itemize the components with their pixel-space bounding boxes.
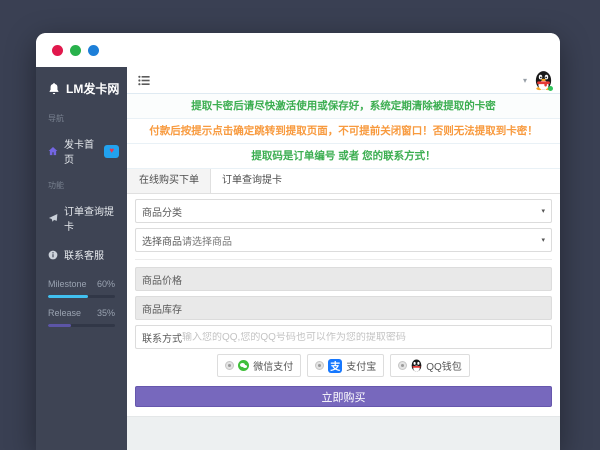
field-label: 商品分类 xyxy=(136,204,182,219)
wechat-icon xyxy=(238,360,249,371)
field-label: 选择商品 xyxy=(136,233,182,248)
progress-value: 60% xyxy=(97,279,115,289)
browser-window: LM发卡网 导航 发卡首页 ♥ 功能 订单查询提卡 xyxy=(36,33,560,450)
progress-milestone: Milestone 60% xyxy=(36,269,127,298)
qq-penguin-icon[interactable] xyxy=(535,70,552,91)
chevron-down-icon: ▾ xyxy=(541,207,551,215)
tab-bar: 在线购买下单 订单查询提卡 xyxy=(127,169,560,194)
progress-label: Release xyxy=(48,308,81,318)
form-divider xyxy=(135,259,552,260)
radio-icon xyxy=(398,361,407,370)
sidebar-item-label: 订单查询提卡 xyxy=(64,203,119,233)
app-title: LM发卡网 xyxy=(66,80,119,97)
product-category-select[interactable]: 商品分类 ▾ xyxy=(135,199,552,223)
field-label: 联系方式 xyxy=(136,330,182,345)
contact-field-row: 联系方式 xyxy=(135,325,552,349)
sidebar-item-order-query[interactable]: 订单查询提卡 xyxy=(36,196,127,240)
pay-alipay-button[interactable]: 支 支付宝 xyxy=(307,354,384,377)
product-select[interactable]: 选择商品 请选择商品 ▾ xyxy=(135,228,552,252)
progress-release: Release 35% xyxy=(36,298,127,327)
progress-fill xyxy=(48,324,71,327)
field-label: 商品库存 xyxy=(136,301,182,316)
window-titlebar xyxy=(36,33,560,67)
info-icon xyxy=(48,250,58,260)
chevron-down-icon[interactable]: ▾ xyxy=(523,76,527,85)
home-icon xyxy=(48,146,58,156)
bell-icon xyxy=(48,82,60,95)
send-icon xyxy=(48,213,58,223)
pay-label: QQ钱包 xyxy=(426,358,462,373)
payment-methods: 微信支付 支 支付宝 xyxy=(135,354,552,377)
heart-badge-icon: ♥ xyxy=(104,145,119,158)
pay-qq-wallet-button[interactable]: QQ钱包 xyxy=(390,354,470,377)
footer-area xyxy=(127,416,560,450)
sidebar-item-home[interactable]: 发卡首页 ♥ xyxy=(36,129,127,173)
progress-track xyxy=(48,324,115,327)
sidebar-section-nav: 导航 xyxy=(36,106,127,129)
product-price-field: 商品价格 xyxy=(135,267,552,291)
buy-now-button[interactable]: 立即购买 xyxy=(135,386,552,407)
pay-wechat-button[interactable]: 微信支付 xyxy=(217,354,301,377)
sidebar-item-label: 发卡首页 xyxy=(64,136,98,166)
sidebar: LM发卡网 导航 发卡首页 ♥ 功能 订单查询提卡 xyxy=(36,67,127,450)
field-value: 请选择商品 xyxy=(182,233,541,248)
radio-icon xyxy=(315,361,324,370)
radio-icon xyxy=(225,361,234,370)
notice-pickup-code: 提取码是订单编号 或者 您的联系方式！ xyxy=(127,144,560,169)
purchase-form: 商品分类 ▾ 选择商品 请选择商品 ▾ 商品价格 商品库存 xyxy=(127,194,560,407)
notice-payment-redirect: 付款后按提示点击确定跳转到提取页面，不可提前关闭窗口！否则无法提取到卡密！ xyxy=(127,119,560,144)
tab-buy-online[interactable]: 在线购买下单 xyxy=(127,169,211,193)
field-label: 商品价格 xyxy=(136,272,182,287)
qq-icon xyxy=(411,359,422,372)
topbar: ▾ xyxy=(127,67,560,94)
sidebar-item-contact-support[interactable]: 联系客服 xyxy=(36,240,127,269)
close-window-dot[interactable] xyxy=(52,45,63,56)
alipay-icon: 支 xyxy=(328,359,342,373)
progress-value: 35% xyxy=(97,308,115,318)
product-stock-field: 商品库存 xyxy=(135,296,552,320)
sidebar-section-features: 功能 xyxy=(36,173,127,196)
sidebar-item-label: 联系客服 xyxy=(64,247,104,262)
online-status-dot xyxy=(548,86,553,91)
app-logo: LM发卡网 xyxy=(36,72,127,106)
pay-label: 支付宝 xyxy=(346,358,376,373)
maximize-window-dot[interactable] xyxy=(88,45,99,56)
pay-label: 微信支付 xyxy=(253,358,293,373)
minimize-window-dot[interactable] xyxy=(70,45,81,56)
chevron-down-icon: ▾ xyxy=(541,236,551,244)
progress-label: Milestone xyxy=(48,279,87,289)
main-content: ▾ xyxy=(127,67,560,450)
notice-save-card: 提取卡密后请尽快激活使用或保存好，系统定期清除被提取的卡密 xyxy=(127,94,560,119)
contact-input[interactable] xyxy=(182,332,551,343)
menu-list-icon[interactable] xyxy=(138,75,150,86)
tab-order-query[interactable]: 订单查询提卡 xyxy=(211,169,293,193)
